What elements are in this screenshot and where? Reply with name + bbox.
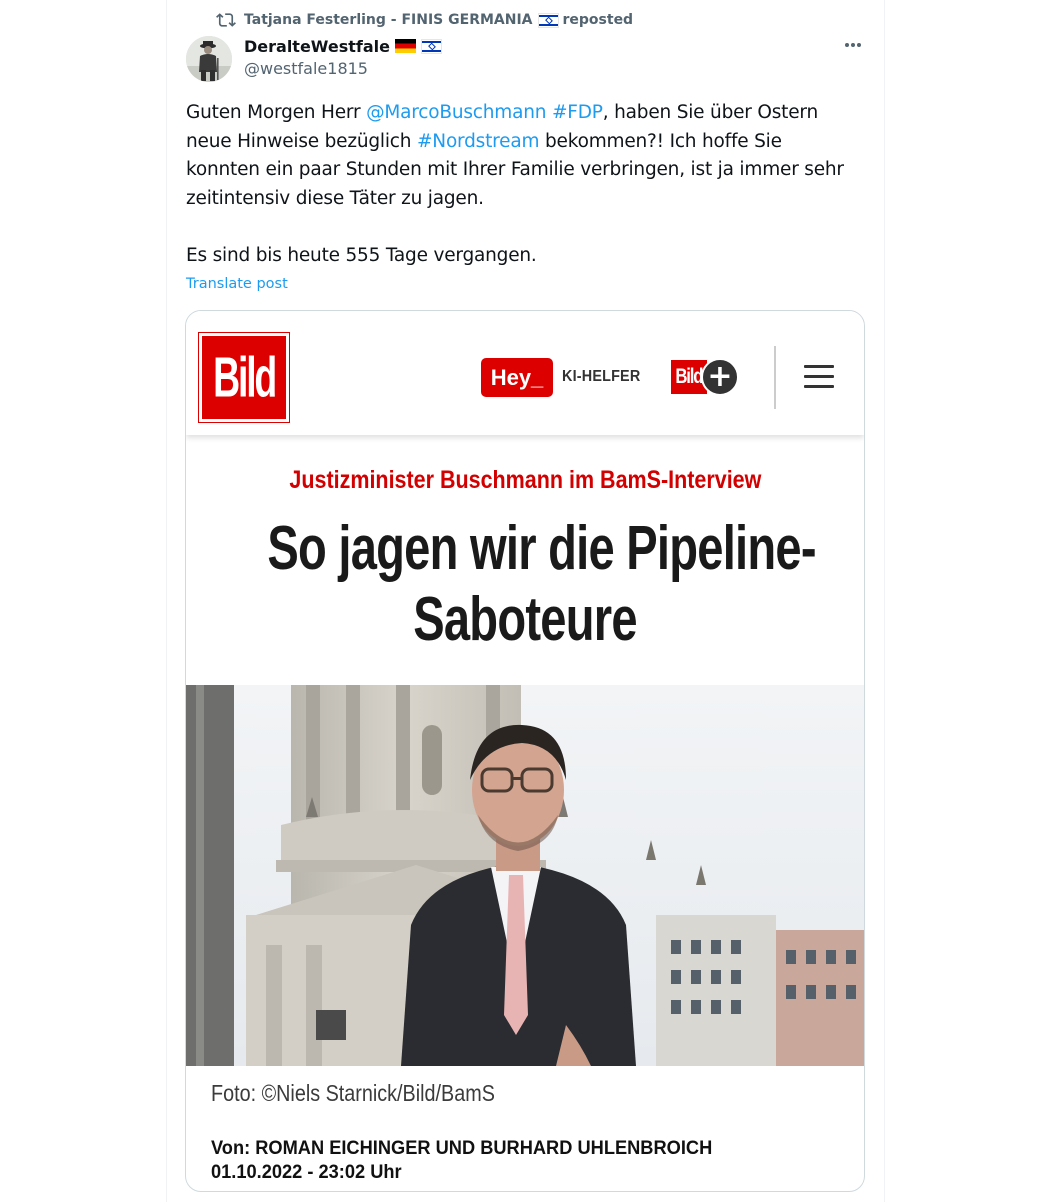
author-name-row[interactable]: DeralteWestfale — [244, 35, 442, 57]
text-segment: , haben Sie über Ostern — [602, 102, 819, 123]
article-photo-image — [186, 685, 864, 1066]
reposter-name[interactable]: Tatjana Festerling - FINIS GERMANIA — [244, 12, 533, 28]
byline-authors: Von: ROMAN EICHINGER UND BURHARD UHLENBR… — [211, 1138, 713, 1159]
bildplus-text: Bild — [675, 365, 704, 388]
caption-text: Foto: ©Niels Starnick/Bild/BamS — [211, 1080, 495, 1106]
hashtag-link[interactable]: #Nordstream — [417, 131, 540, 152]
byline-date: 01.10.2022 - 23:02 Uhr — [211, 1162, 402, 1183]
avatar-image — [186, 36, 232, 82]
israel-flag-icon — [537, 12, 559, 28]
repost-icon — [216, 13, 236, 27]
article-photo — [186, 685, 864, 1066]
tweet-text: Guten Morgen Herr @MarcoBuschmann #FDP, … — [186, 99, 866, 271]
article-byline: Von: ROMAN EICHINGER UND BURHARD UHLENBR… — [211, 1137, 733, 1185]
tweet-line: konnten ein paar Stunden mit Ihrer Famil… — [186, 159, 844, 180]
more-dot — [851, 43, 855, 47]
text-segment: neue Hinweise bezüglich — [186, 130, 417, 152]
bild-logo: Bild — [198, 332, 290, 423]
article-headline: So jagen wir die Pipeline- Saboteure — [186, 513, 864, 655]
hashtag-link[interactable]: #FDP — [552, 102, 603, 123]
text-segment: Guten Morgen Herr — [186, 102, 367, 123]
repost-label: reposted — [562, 12, 634, 28]
more-dot — [844, 43, 849, 47]
tweet-line: zeitintensiv diese Täter zu jagen. — [186, 187, 484, 209]
media-card[interactable]: Bild Hey_ KI-HELFER Bild + Justizministe… — [185, 310, 865, 1192]
bild-logo-text: Bild — [212, 346, 277, 409]
menu-bar — [804, 375, 834, 378]
kicker-text: Justizminister Buschmann im BamS-Intervi… — [289, 466, 761, 494]
germany-flag-icon — [395, 39, 416, 53]
menu-bar — [804, 385, 834, 388]
more-options-button[interactable] — [840, 34, 866, 56]
text-segment: bekommen?! Ich hoffe Sie — [539, 130, 782, 152]
tweet-line: Es sind bis heute 555 Tage vergangen. — [186, 245, 537, 266]
ki-helfer-label: KI-HELFER — [562, 368, 641, 385]
hey-badge: Hey_ — [481, 358, 553, 397]
hamburger-menu-icon — [804, 365, 834, 389]
menu-bar — [804, 365, 834, 368]
avatar[interactable] — [186, 36, 232, 82]
tweet-line: Guten Morgen Herr @MarcoBuschmann #FDP, … — [186, 99, 866, 128]
translate-post-link[interactable]: Translate post — [186, 276, 288, 292]
author-display-name[interactable]: DeralteWestfale — [244, 37, 390, 56]
photo-caption: Foto: ©Niels Starnick/Bild/BamS — [211, 1080, 541, 1107]
article-kicker: Justizminister Buschmann im BamS-Intervi… — [186, 466, 864, 495]
header-divider — [774, 346, 776, 409]
headline-line: So jagen wir die Pipeline- — [267, 514, 816, 583]
repost-header[interactable]: Tatjana Festerling - FINIS GERMANIA repo… — [216, 10, 633, 30]
headline-line: Saboteure — [413, 585, 637, 654]
plus-icon: + — [701, 358, 739, 396]
more-dot — [857, 43, 862, 47]
tweet-line: neue Hinweise bezüglich #Nordstream beko… — [186, 128, 866, 157]
bild-site-header: Bild Hey_ KI-HELFER Bild + — [186, 311, 864, 435]
mention-link[interactable]: @MarcoBuschmann — [366, 102, 546, 123]
bildplus-logo: Bild + — [671, 358, 741, 398]
israel-flag-icon — [421, 38, 442, 54]
author-handle[interactable]: @westfale1815 — [244, 59, 368, 78]
